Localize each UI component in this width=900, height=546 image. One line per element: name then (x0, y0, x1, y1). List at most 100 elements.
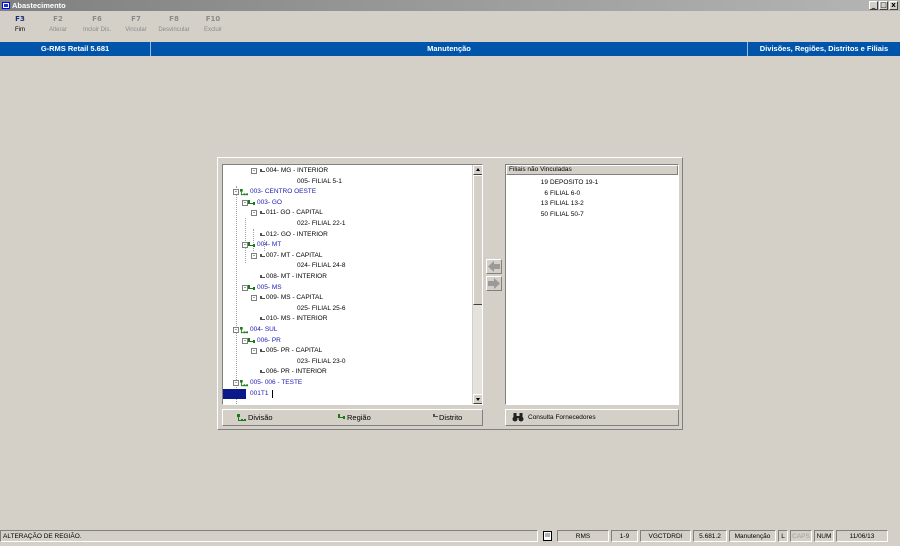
f7-vincular-button[interactable]: F7 Vincular (116, 13, 156, 35)
minimize-button[interactable]: _ (869, 1, 878, 10)
tree-node-district[interactable]: - 007- MT - CAPITAL (223, 251, 471, 261)
tree-node-branch[interactable]: 024- FILIAL 24-8 (223, 261, 471, 271)
function-key-toolbar: F3 Fim F2 Alterar F6 Incluir Dis. F7 Vin… (0, 13, 900, 41)
binoculars-icon (512, 413, 524, 422)
maximize-button[interactable]: □ (879, 1, 888, 10)
status-l: L (778, 530, 788, 542)
tree-node-branch[interactable]: 005- FILIAL 5-1 (223, 177, 471, 187)
district-icon (260, 169, 265, 172)
tree-expander[interactable]: - (251, 168, 257, 174)
branch-code: 6 (544, 189, 548, 197)
unlink-left-arrow-button[interactable] (486, 259, 502, 274)
list-item[interactable]: 19 DEPOSITO 19-1 (508, 178, 678, 188)
consulta-fornecedores-button[interactable]: Consulta Fornecedores (512, 410, 622, 425)
tree-expander[interactable]: - (251, 295, 257, 302)
scroll-up-button[interactable] (473, 165, 482, 175)
tree-scrollbar[interactable] (472, 165, 482, 404)
f8-desvincular-button[interactable]: F8 Desvincular (154, 13, 194, 35)
region-icon (248, 284, 255, 290)
f3-fim-button[interactable]: F3 Fim (0, 13, 40, 35)
close-button[interactable]: x (889, 1, 898, 10)
node-label: 023- FILIAL 23-0 (297, 357, 346, 365)
region-icon (248, 199, 255, 205)
screen-mode: Manutenção (427, 44, 471, 53)
tree-node-editing[interactable]: 001T1 (223, 388, 471, 399)
tree-node-region[interactable]: -003- GO (223, 198, 471, 208)
list-header[interactable]: Filiais não Vinculadas (506, 165, 678, 175)
division-icon (237, 414, 246, 421)
fkey-label: Vincular (125, 27, 147, 33)
tree-node-district[interactable]: 008- MT - INTERIOR (223, 272, 471, 282)
district-icon (260, 349, 265, 353)
division-icon (240, 189, 248, 196)
tree-node-district[interactable]: - 011- GO - CAPITAL (223, 208, 471, 218)
distrito-button[interactable]: Distrito (433, 410, 483, 425)
node-label: 005- FILIAL 5-1 (297, 177, 342, 185)
district-icon (260, 232, 265, 236)
status-message: ALTERAÇÃO DE REGIÃO. (0, 530, 538, 542)
status-caps: CAPS (790, 530, 812, 542)
node-label: 005- 006 - TESTE (250, 379, 303, 386)
district-icon (260, 253, 265, 257)
arrow-left-icon (488, 261, 500, 272)
tree-node-region[interactable]: -005- MS (223, 283, 471, 293)
node-label: 006- PR (257, 336, 281, 344)
link-right-arrow-button[interactable] (486, 276, 502, 291)
branch-name: FILIAL 13-2 (550, 200, 584, 207)
district-icon (260, 296, 265, 300)
scroll-down-button[interactable] (473, 394, 482, 404)
tree-node-region[interactable]: -004- MT (223, 240, 471, 250)
node-label: 008- MT - INTERIOR (266, 273, 327, 280)
tree-node-branch[interactable]: 025- FILIAL 25-6 (223, 304, 471, 314)
branch-code: 50 (540, 210, 548, 218)
tree-node-branch[interactable]: 022- FILIAL 22-1 (223, 219, 471, 229)
branch-name: DEPOSITO 19-1 (550, 179, 599, 186)
tree-expander[interactable]: - (251, 210, 257, 217)
scroll-thumb[interactable] (473, 175, 482, 305)
tree-expander[interactable]: - (233, 189, 239, 196)
region-icon (248, 337, 255, 343)
tree-expander[interactable]: - (251, 252, 257, 259)
fkey-label: Desvincular (158, 27, 190, 33)
tree-node-district[interactable]: - 005- PR - CAPITAL (223, 346, 471, 356)
tree-node-district[interactable]: 010- MS - INTERIOR (223, 314, 471, 324)
unlinked-branches-list[interactable]: Filiais não Vinculadas 19 DEPOSITO 19-1 6 F… (505, 164, 679, 405)
status-program: VGCTDRDI (640, 530, 691, 542)
list-item[interactable]: 13 FILIAL 13-2 (508, 199, 678, 209)
list-item[interactable]: 6 FILIAL 6-0 (508, 189, 678, 199)
tree-node-branch[interactable]: 023- FILIAL 23-0 (223, 357, 471, 367)
status-bar: ALTERAÇÃO DE REGIÃO. RMS 1-9 VGCTDRDI 5.… (0, 529, 900, 543)
tree-node-division[interactable]: - 005- 006 - TESTE (223, 378, 471, 388)
tree-expander[interactable]: - (233, 380, 239, 386)
list-item[interactable]: 50 FILIAL 50-7 (508, 210, 678, 220)
regiao-button[interactable]: Região (338, 410, 388, 425)
tree-node-region[interactable]: -006- PR (223, 336, 471, 346)
tree-node-division[interactable]: - 003- CENTRO OESTE (223, 187, 471, 197)
tree-node-district[interactable]: - 004- MG - INTERIOR (223, 166, 471, 176)
fkey-code: F2 (53, 15, 63, 23)
node-edit-input[interactable]: 001T1 (250, 389, 268, 399)
f10-excluir-button[interactable]: F10 Excluir (193, 13, 233, 35)
status-mode: Manutenção (729, 530, 776, 542)
node-label: 004- MT (257, 241, 282, 249)
window-title: Abastecimento (12, 1, 66, 10)
node-label: 022- FILIAL 22-1 (297, 220, 346, 227)
hierarchy-tree[interactable]: -004- MG - INTERIOR 005- FILIAL 5-1 -003- … (222, 164, 483, 405)
tree-expander[interactable]: - (251, 348, 257, 355)
tree-expander[interactable]: - (233, 327, 239, 333)
tree-node-district[interactable]: - 009- MS - CAPITAL (223, 293, 471, 303)
division-icon (240, 327, 248, 334)
node-label: 009- MS - CAPITAL (266, 294, 323, 302)
tree-node-district[interactable]: 012- GO - INTERIOR (223, 230, 471, 240)
f6-incluir-dis-button[interactable]: F6 Incluir Dis. (77, 13, 117, 35)
divisao-button[interactable]: Divisão (237, 410, 287, 425)
region-icon (248, 242, 255, 248)
branch-code: 13 (540, 200, 548, 207)
tree-node-division[interactable]: - 004- SUL (223, 325, 471, 335)
fkey-code: F10 (205, 15, 221, 23)
f2-alterar-button[interactable]: F2 Alterar (38, 13, 78, 35)
distrito-label: Distrito (439, 413, 463, 422)
node-label: 005- MS (257, 283, 282, 291)
branch-code: 19 (540, 179, 548, 186)
tree-node-district[interactable]: 006- PR - INTERIOR (223, 367, 471, 377)
